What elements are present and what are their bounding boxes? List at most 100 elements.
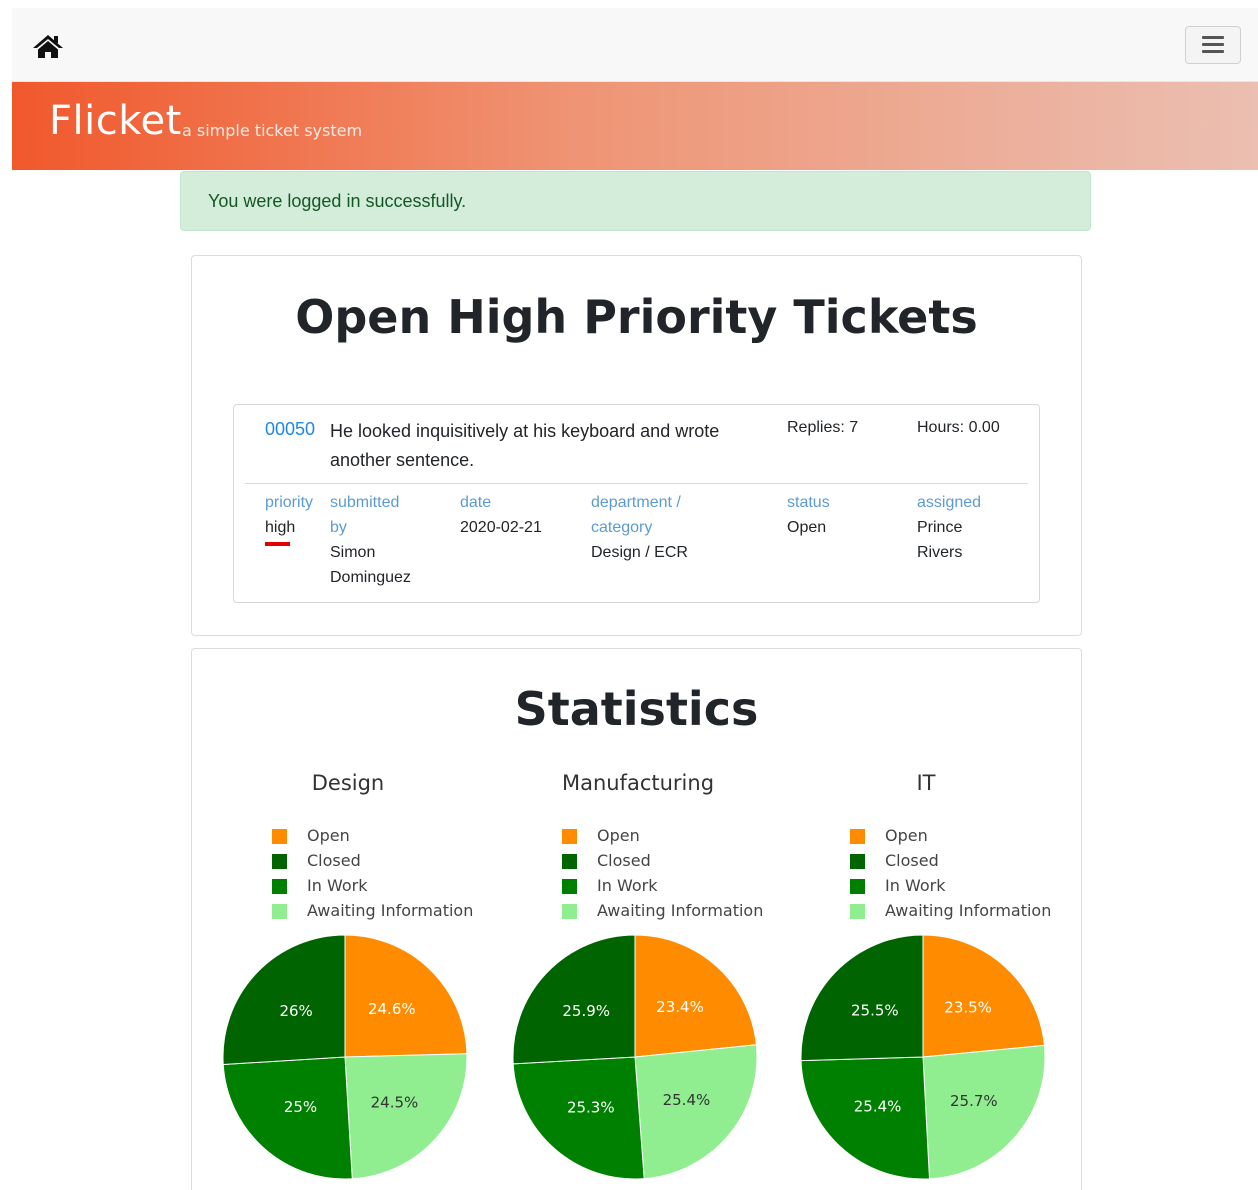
- legend-label: Open: [307, 826, 350, 845]
- section-title: Open High Priority Tickets: [295, 290, 978, 344]
- pie-slice[interactable]: [800, 1056, 931, 1180]
- pie-slice[interactable]: [922, 934, 1045, 1058]
- legend-label: Awaiting Information: [597, 901, 764, 920]
- assigned-value: Prince: [917, 519, 963, 536]
- pie-slice-label: 24.6%: [368, 1000, 416, 1018]
- ticket-id-link[interactable]: 00050: [265, 417, 315, 442]
- department-label: category: [591, 519, 653, 536]
- ticket-row: 00050 He looked inquisitively at his key…: [233, 404, 1040, 603]
- pie-slice-label: 26%: [279, 1002, 312, 1020]
- page-frame: Flicket a simple ticket system You were …: [12, 8, 1258, 1190]
- ticket-replies: Replies: 7: [787, 419, 859, 436]
- department-label: department /: [591, 494, 681, 511]
- legend-swatch: [272, 904, 287, 919]
- legend-swatch: [272, 879, 287, 894]
- pie-chart: 24.6% 24.5% 25% 26%: [222, 934, 468, 1180]
- chart-title: Design: [311, 771, 385, 795]
- legend-swatch: [272, 854, 287, 869]
- ticket-divider: [245, 483, 1028, 484]
- date-label: date: [460, 494, 492, 511]
- priority-label: priority: [265, 494, 314, 511]
- pie-slice-label: 24.5%: [371, 1093, 419, 1111]
- top-navbar: [12, 8, 1258, 82]
- pie-slice[interactable]: [922, 1044, 1046, 1180]
- legend-swatch: [562, 829, 577, 844]
- chart-title: Manufacturing: [561, 771, 715, 795]
- ticket-subject-line: He looked inquisitively at his keyboard …: [330, 421, 720, 441]
- legend-swatch: [850, 904, 865, 919]
- department-value: Design / ECR: [591, 544, 688, 561]
- legend-swatch: [562, 879, 577, 894]
- pie-chart: 23.4% 25.4% 25.3% 25.9%: [512, 934, 758, 1180]
- legend-swatch: [562, 904, 577, 919]
- legend-swatch: [272, 829, 287, 844]
- pie-slice-label: 25.4%: [854, 1097, 902, 1115]
- pie-slice-label: 25%: [284, 1098, 317, 1116]
- legend-label: Closed: [307, 851, 361, 870]
- statistics-card: Statistics Design Manufacturing IT Open C…: [191, 648, 1082, 1190]
- assigned-value: Rivers: [917, 544, 963, 561]
- pie-slice[interactable]: [512, 1056, 645, 1180]
- priority-column: priority high: [265, 490, 313, 540]
- open-high-priority-card: Open High Priority Tickets 00050 He look…: [191, 255, 1082, 636]
- legend-label: In Work: [885, 876, 946, 895]
- hamburger-icon-bar: [1202, 50, 1224, 53]
- legend-label: In Work: [597, 876, 658, 895]
- date-value: 2020-02-21: [460, 519, 542, 536]
- pie-slice[interactable]: [222, 934, 346, 1065]
- submitted-label: by: [330, 519, 347, 536]
- legend-swatch: [850, 829, 865, 844]
- legend-label: Open: [597, 826, 640, 845]
- pie-slice[interactable]: [634, 934, 757, 1058]
- pie-slice[interactable]: [634, 1044, 758, 1180]
- status-label: status: [787, 494, 830, 511]
- statistics-title: Statistics: [514, 682, 759, 736]
- assigned-column: assigned Prince Rivers: [917, 490, 981, 565]
- pie-slice-label: 23.4%: [656, 998, 704, 1016]
- alert-message: You were logged in successfully.: [208, 191, 467, 211]
- pie-slice-label: 25.7%: [950, 1092, 998, 1110]
- brand-name[interactable]: Flicket: [49, 98, 182, 144]
- legend-swatch: [850, 854, 865, 869]
- date-column: date 2020-02-21: [460, 490, 542, 540]
- pie-slice[interactable]: [344, 934, 468, 1058]
- pie-slice[interactable]: [344, 1053, 468, 1180]
- legend-label: Awaiting Information: [307, 901, 474, 920]
- legend-swatch: [562, 854, 577, 869]
- ticket-subject-line: another sentence.: [330, 450, 475, 470]
- legend-label: Closed: [597, 851, 651, 870]
- pie-slice-label: 25.5%: [851, 1001, 899, 1019]
- priority-indicator-bar: [265, 542, 290, 546]
- pie-slice-label: 25.3%: [567, 1098, 615, 1116]
- status-value: Open: [787, 519, 827, 536]
- submitted-value: Simon: [330, 544, 376, 561]
- home-icon[interactable]: [32, 32, 64, 60]
- brand-tagline: a simple ticket system: [182, 121, 363, 140]
- legend-label: In Work: [307, 876, 368, 895]
- submitted-value: Dominguez: [330, 569, 411, 586]
- department-column: department / category Design / ECR: [591, 490, 688, 565]
- submitted-by-column: submitted by Simon Dominguez: [330, 490, 411, 590]
- pie-slice[interactable]: [800, 934, 924, 1062]
- chart-title: IT: [916, 771, 936, 795]
- legend-label: Open: [885, 826, 928, 845]
- legend-swatch: [850, 879, 865, 894]
- pie-slice-label: 25.9%: [562, 1002, 610, 1020]
- menu-toggle-button[interactable]: [1185, 26, 1241, 64]
- status-column: status Open: [787, 490, 830, 540]
- assigned-label: assigned: [917, 494, 982, 511]
- legend-label: Closed: [885, 851, 939, 870]
- legend-label: Awaiting Information: [885, 901, 1052, 920]
- pie-slice[interactable]: [512, 934, 636, 1065]
- hamburger-icon: [1202, 36, 1224, 39]
- hamburger-icon-bar: [1202, 43, 1224, 46]
- priority-value: high: [265, 519, 296, 536]
- ticket-hours: Hours: 0.00: [917, 419, 1000, 436]
- pie-slice-label: 25.4%: [663, 1091, 711, 1109]
- pie-slice[interactable]: [222, 1056, 353, 1180]
- submitted-label: submitted: [330, 494, 400, 511]
- header-banner: Flicket a simple ticket system: [12, 82, 1258, 170]
- success-alert: You were logged in successfully.: [180, 171, 1091, 231]
- pie-chart: 23.5% 25.7% 25.4% 25.5%: [800, 934, 1046, 1180]
- ticket-subject[interactable]: He looked inquisitively at his keyboard …: [330, 417, 719, 475]
